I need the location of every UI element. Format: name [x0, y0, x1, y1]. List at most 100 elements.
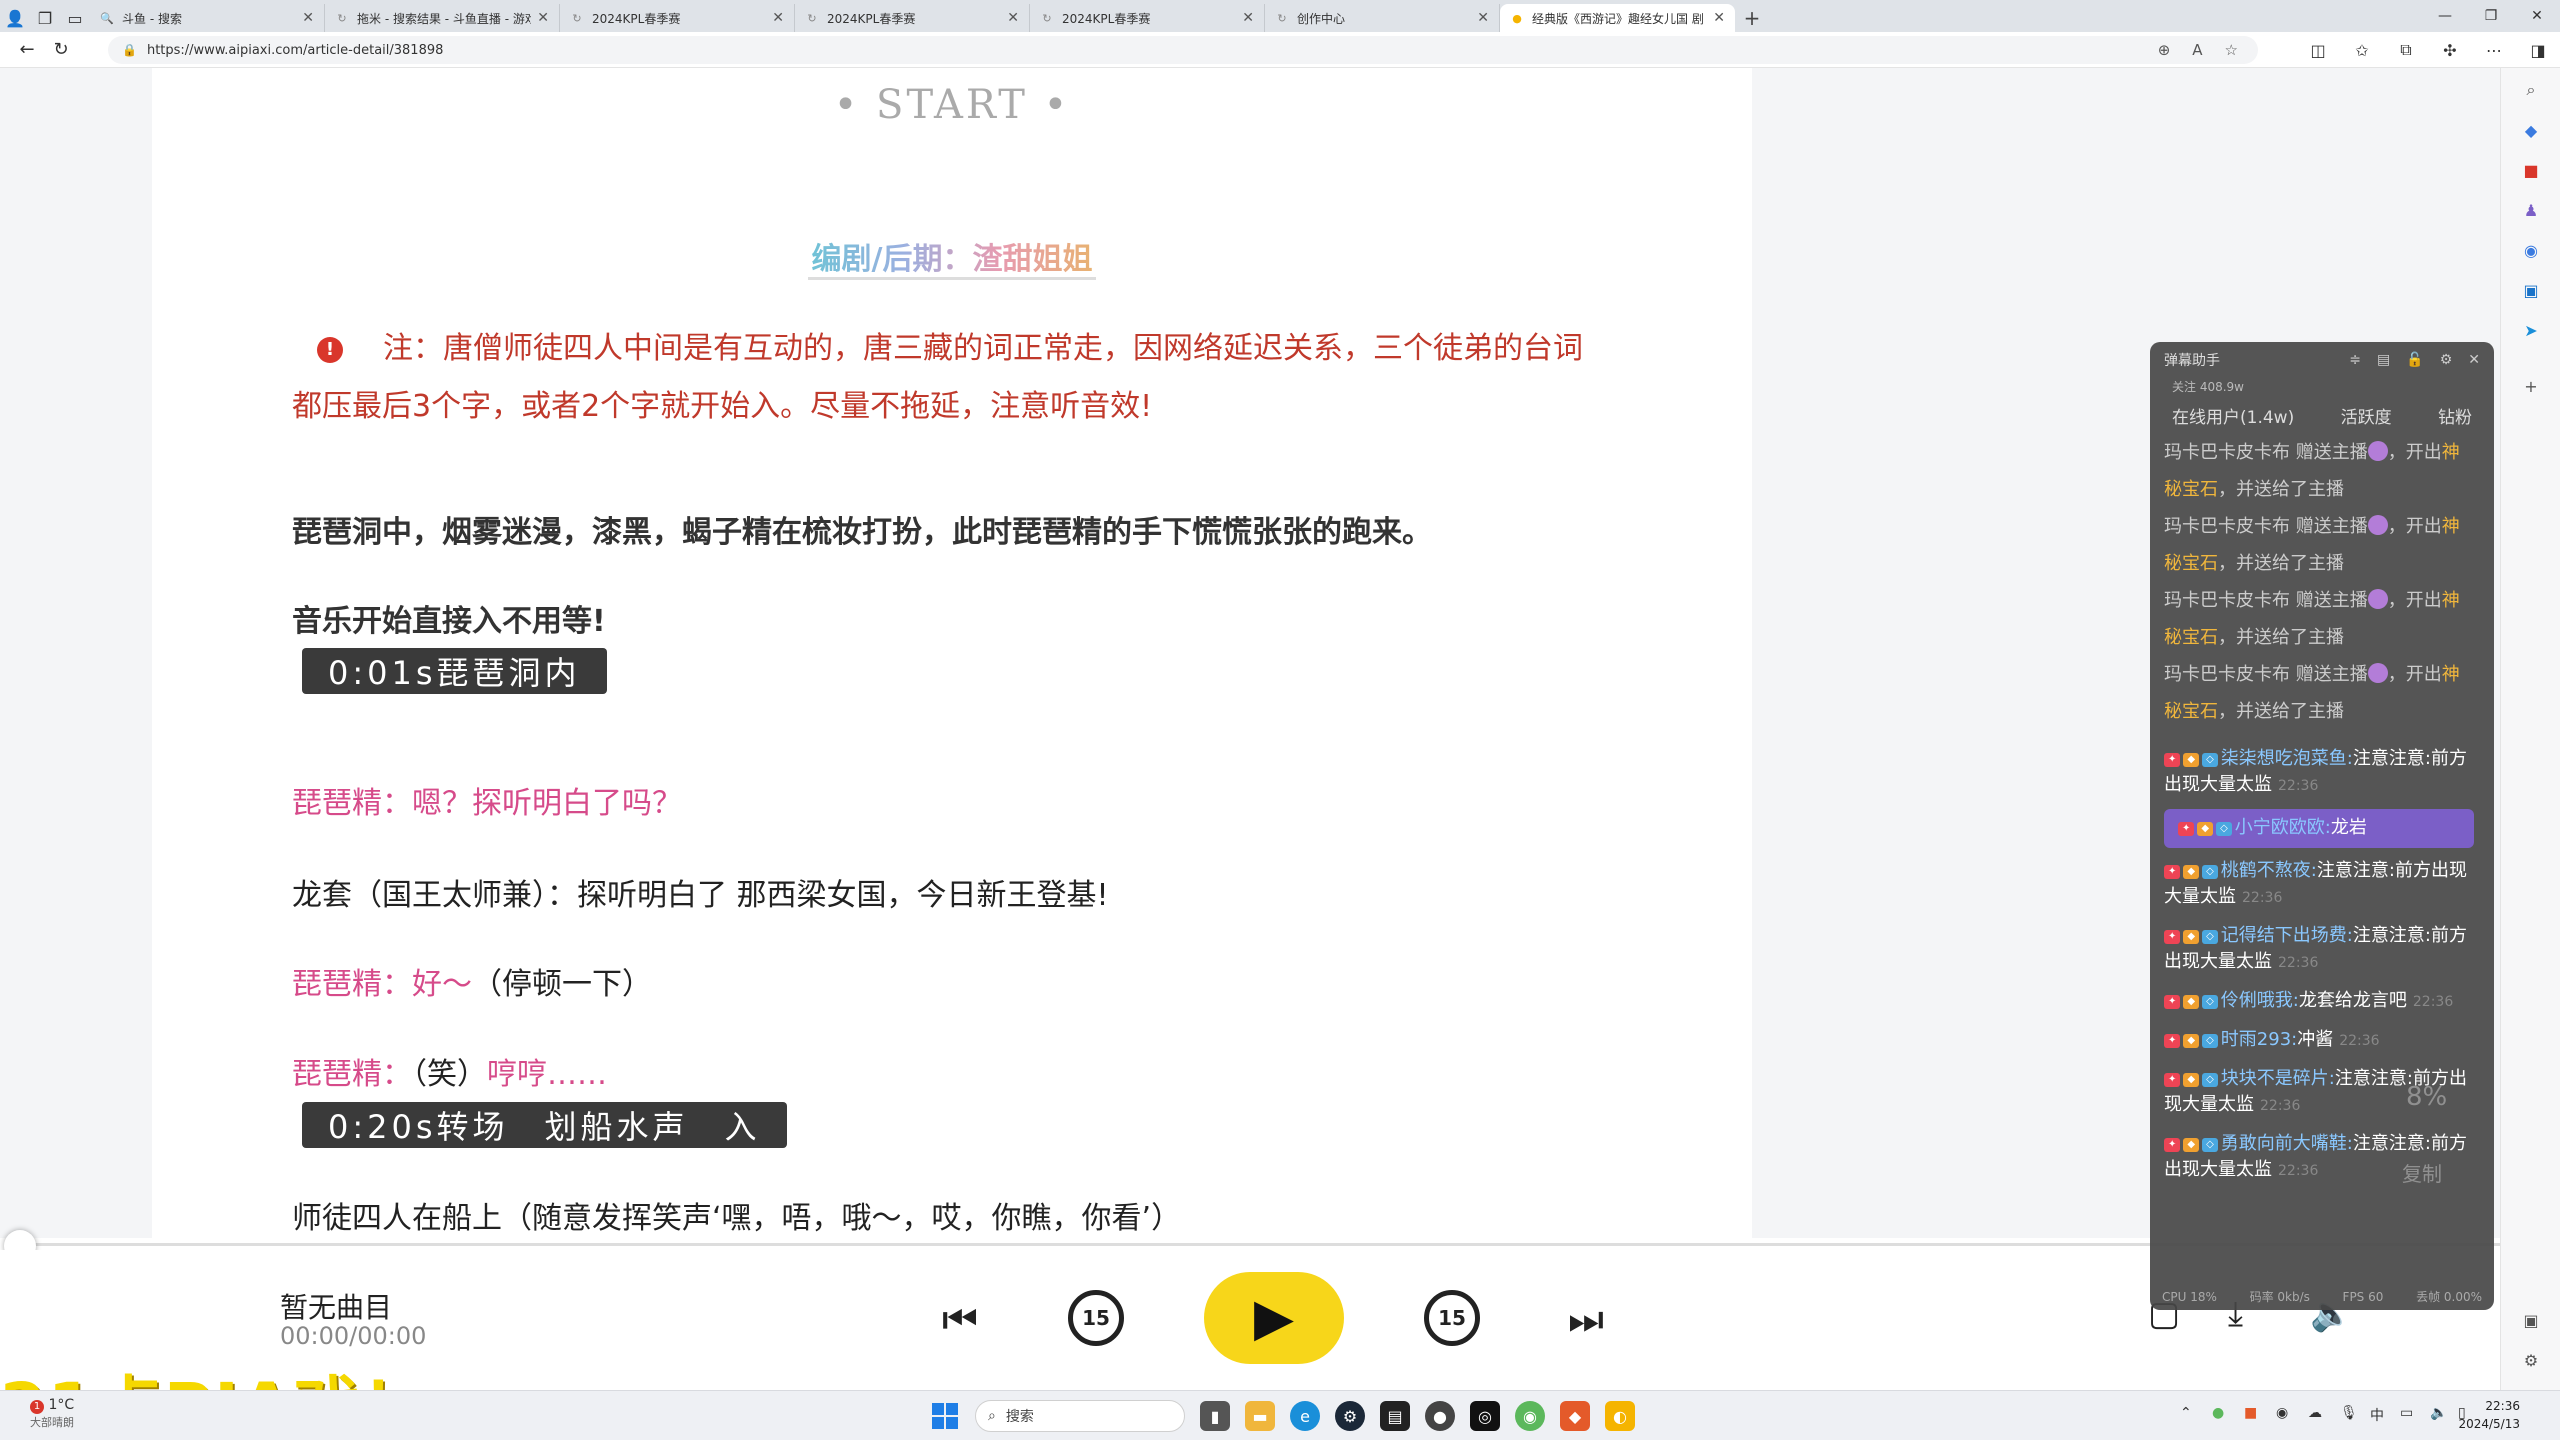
close-tab-icon[interactable]: ✕: [1477, 10, 1489, 26]
split-screen-icon[interactable]: ◫: [2296, 41, 2340, 60]
tray-app-icon[interactable]: ●: [2212, 1405, 2224, 1421]
browser-tab[interactable]: ● 经典版《西游记》趣经女儿国 剧 ✕: [1500, 4, 1735, 32]
close-tab-icon[interactable]: ✕: [537, 10, 549, 26]
weather-temp: 1°C: [48, 1397, 75, 1413]
address-bar-row: ← ↻ 🔒 https://www.aipiaxi.com/article-de…: [0, 32, 2560, 68]
back-icon[interactable]: ←: [10, 35, 44, 65]
weather-widget[interactable]: 1 1°C 大部晴朗: [30, 1397, 74, 1431]
previous-track-button[interactable]: ⏮: [930, 1290, 990, 1350]
favorite-star-icon[interactable]: ☆: [2225, 41, 2238, 59]
screenshot-icon[interactable]: ▣: [2519, 1308, 2543, 1332]
settings-icon[interactable]: ⚙: [2440, 352, 2453, 368]
close-icon[interactable]: ✕: [2468, 352, 2480, 368]
lock-icon[interactable]: 🔓: [2406, 352, 2423, 368]
refresh-icon[interactable]: ↻: [44, 35, 78, 65]
start-button[interactable]: [932, 1403, 958, 1429]
tab-actions-icon[interactable]: ▭: [60, 4, 90, 32]
edge-icon[interactable]: e: [1290, 1401, 1320, 1431]
sound-icon[interactable]: 🔈: [2430, 1405, 2447, 1421]
network-icon[interactable]: ▭: [2400, 1405, 2413, 1421]
taskbar-search[interactable]: ⌕ 搜索: [975, 1400, 1185, 1432]
address-field[interactable]: 🔒 https://www.aipiaxi.com/article-detail…: [108, 36, 2258, 64]
system-clock[interactable]: 22:36 2024/5/13: [2458, 1397, 2520, 1433]
tab-favicon-icon: ↻: [572, 11, 582, 25]
obs-icon[interactable]: ◎: [1470, 1401, 1500, 1431]
progress-bar[interactable]: [0, 1230, 2520, 1262]
danmaku-footer: CPU 18% 码率 0kb/s FPS 60 丢帧 0.00%: [2150, 1282, 2494, 1310]
tray-cloud-icon[interactable]: ☁: [2308, 1405, 2322, 1421]
browser-tab[interactable]: ↻ 创作中心 ✕: [1265, 4, 1500, 32]
collections-icon[interactable]: ⧉: [2384, 40, 2428, 60]
add-sidebar-icon[interactable]: +: [2519, 374, 2543, 398]
tab-diamond-fans[interactable]: 钻粉: [2438, 403, 2472, 428]
fan-badge: ◆: [2183, 995, 2200, 1009]
danmaku-tabs: 在线用户(1.4w) 活跃度 钻粉: [2150, 398, 2494, 434]
message-list: ✦ ◆ ◇ 柒柒想吃泡菜鱼:注意注意:前方出现大量太监 22:36 ✦ ◆ ◇ 小宁欧欧欧:龙岩…: [2150, 740, 2494, 1190]
settings-icon[interactable]: ⚙: [2519, 1348, 2543, 1372]
more-icon[interactable]: ⋯: [2472, 41, 2516, 60]
tray-app-icon[interactable]: ◉: [2276, 1405, 2288, 1421]
tab-activity[interactable]: 活跃度: [2341, 403, 2392, 428]
gift-icon: [2367, 441, 2388, 461]
close-tab-icon[interactable]: ✕: [302, 10, 314, 26]
tab-online-users[interactable]: 在线用户(1.4w): [2172, 403, 2294, 428]
tab-strip: 👤 ❐ ▭ 🔍 斗鱼 - 搜索 ✕ ↻ 拖米 - 搜索结果 - 斗鱼直播 - 游戏 ✕ ↻ 2…: [0, 0, 2560, 32]
extension-icon[interactable]: ✣: [2428, 41, 2472, 60]
restore-icon[interactable]: ❐: [2468, 0, 2514, 32]
workspaces-icon[interactable]: ❐: [30, 4, 60, 32]
record-icon[interactable]: ●: [1425, 1401, 1455, 1431]
toolbox-icon[interactable]: ■: [2519, 158, 2543, 182]
ime-icon[interactable]: 中: [2370, 1405, 2384, 1425]
browser-tab[interactable]: ↻ 2024KPL春季赛 ✕: [795, 4, 1030, 32]
close-tab-icon[interactable]: ✕: [772, 10, 784, 26]
rewind-15-button[interactable]: 15: [1068, 1290, 1124, 1346]
new-tab-button[interactable]: +: [1735, 4, 1769, 32]
read-aloud-icon[interactable]: A: [2192, 41, 2202, 59]
tray-app-icon[interactable]: ■: [2244, 1405, 2257, 1421]
forward-15-button[interactable]: 15: [1424, 1290, 1480, 1346]
outlook-icon[interactable]: ▣: [2519, 278, 2543, 302]
lock-icon[interactable]: 🔒: [122, 43, 137, 57]
close-window-icon[interactable]: ✕: [2514, 0, 2560, 32]
tray-mic-icon[interactable]: 🎙: [2340, 1405, 2358, 1421]
task-view-icon[interactable]: ▮: [1200, 1401, 1230, 1431]
file-explorer-icon[interactable]: ▬: [1245, 1401, 1275, 1431]
browser-tab[interactable]: ↻ 拖米 - 搜索结果 - 斗鱼直播 - 游戏 ✕: [325, 4, 560, 32]
browser-tab[interactable]: 🔍 斗鱼 - 搜索 ✕: [90, 4, 325, 32]
browser-tab[interactable]: ↻ 2024KPL春季赛 ✕: [1030, 4, 1265, 32]
tag-icon[interactable]: ◆: [2519, 118, 2543, 142]
tray-chevron-icon[interactable]: ⌃: [2180, 1405, 2192, 1421]
tab-title: 斗鱼 - 搜索: [122, 11, 182, 26]
douyu-icon[interactable]: ◆: [1560, 1401, 1590, 1431]
browser-tab[interactable]: ↻ 2024KPL春季赛 ✕: [560, 4, 795, 32]
tab-favicon-icon: ↻: [1042, 11, 1052, 25]
level-badge: ✦: [2164, 1034, 2181, 1048]
app-icon[interactable]: ◉: [1515, 1401, 1545, 1431]
zoom-icon[interactable]: ⊕: [2158, 41, 2171, 59]
play-button[interactable]: ▶: [1204, 1272, 1344, 1364]
tab-title: 拖米 - 搜索结果 - 斗鱼直播 - 游戏: [357, 11, 532, 26]
progress-track[interactable]: [22, 1243, 2512, 1246]
steam-icon[interactable]: ⚙: [1335, 1401, 1365, 1431]
next-track-button[interactable]: ⏭: [1556, 1290, 1616, 1350]
close-tab-icon[interactable]: ✕: [1713, 10, 1725, 26]
profile-icon[interactable]: 👤: [0, 4, 30, 32]
minimize-icon[interactable]: —: [2422, 0, 2468, 32]
games-icon[interactable]: ♟: [2519, 198, 2543, 222]
note-icon[interactable]: ▤: [2377, 352, 2390, 368]
office-icon[interactable]: ◉: [2519, 238, 2543, 262]
rank-badge: ◇: [2216, 822, 2232, 836]
copilot-icon[interactable]: ◨: [2516, 41, 2560, 60]
game-icon[interactable]: ◐: [1605, 1401, 1635, 1431]
close-tab-icon[interactable]: ✕: [1242, 10, 1254, 26]
song-time: 00:00/00:00: [280, 1322, 427, 1350]
message-item: ✦ ◆ ◇ 勇敢向前大嘴鞋:注意注意:前方出现大量太监 22:36: [2164, 1133, 2467, 1180]
filter-icon[interactable]: ≑: [2349, 352, 2361, 368]
page-content: • START • 编剧/后期：渣甜姐姐 ! 注：唐僧师徒四人中间是有互动的，唐三…: [0, 68, 2500, 1238]
weather-desc: 大部晴朗: [30, 1416, 74, 1429]
terminal-icon[interactable]: ▤: [1380, 1401, 1410, 1431]
send-icon[interactable]: ➤: [2519, 318, 2543, 342]
close-tab-icon[interactable]: ✕: [1007, 10, 1019, 26]
search-icon[interactable]: ⌕: [2519, 78, 2543, 102]
favorites-icon[interactable]: ✩: [2340, 41, 2384, 60]
